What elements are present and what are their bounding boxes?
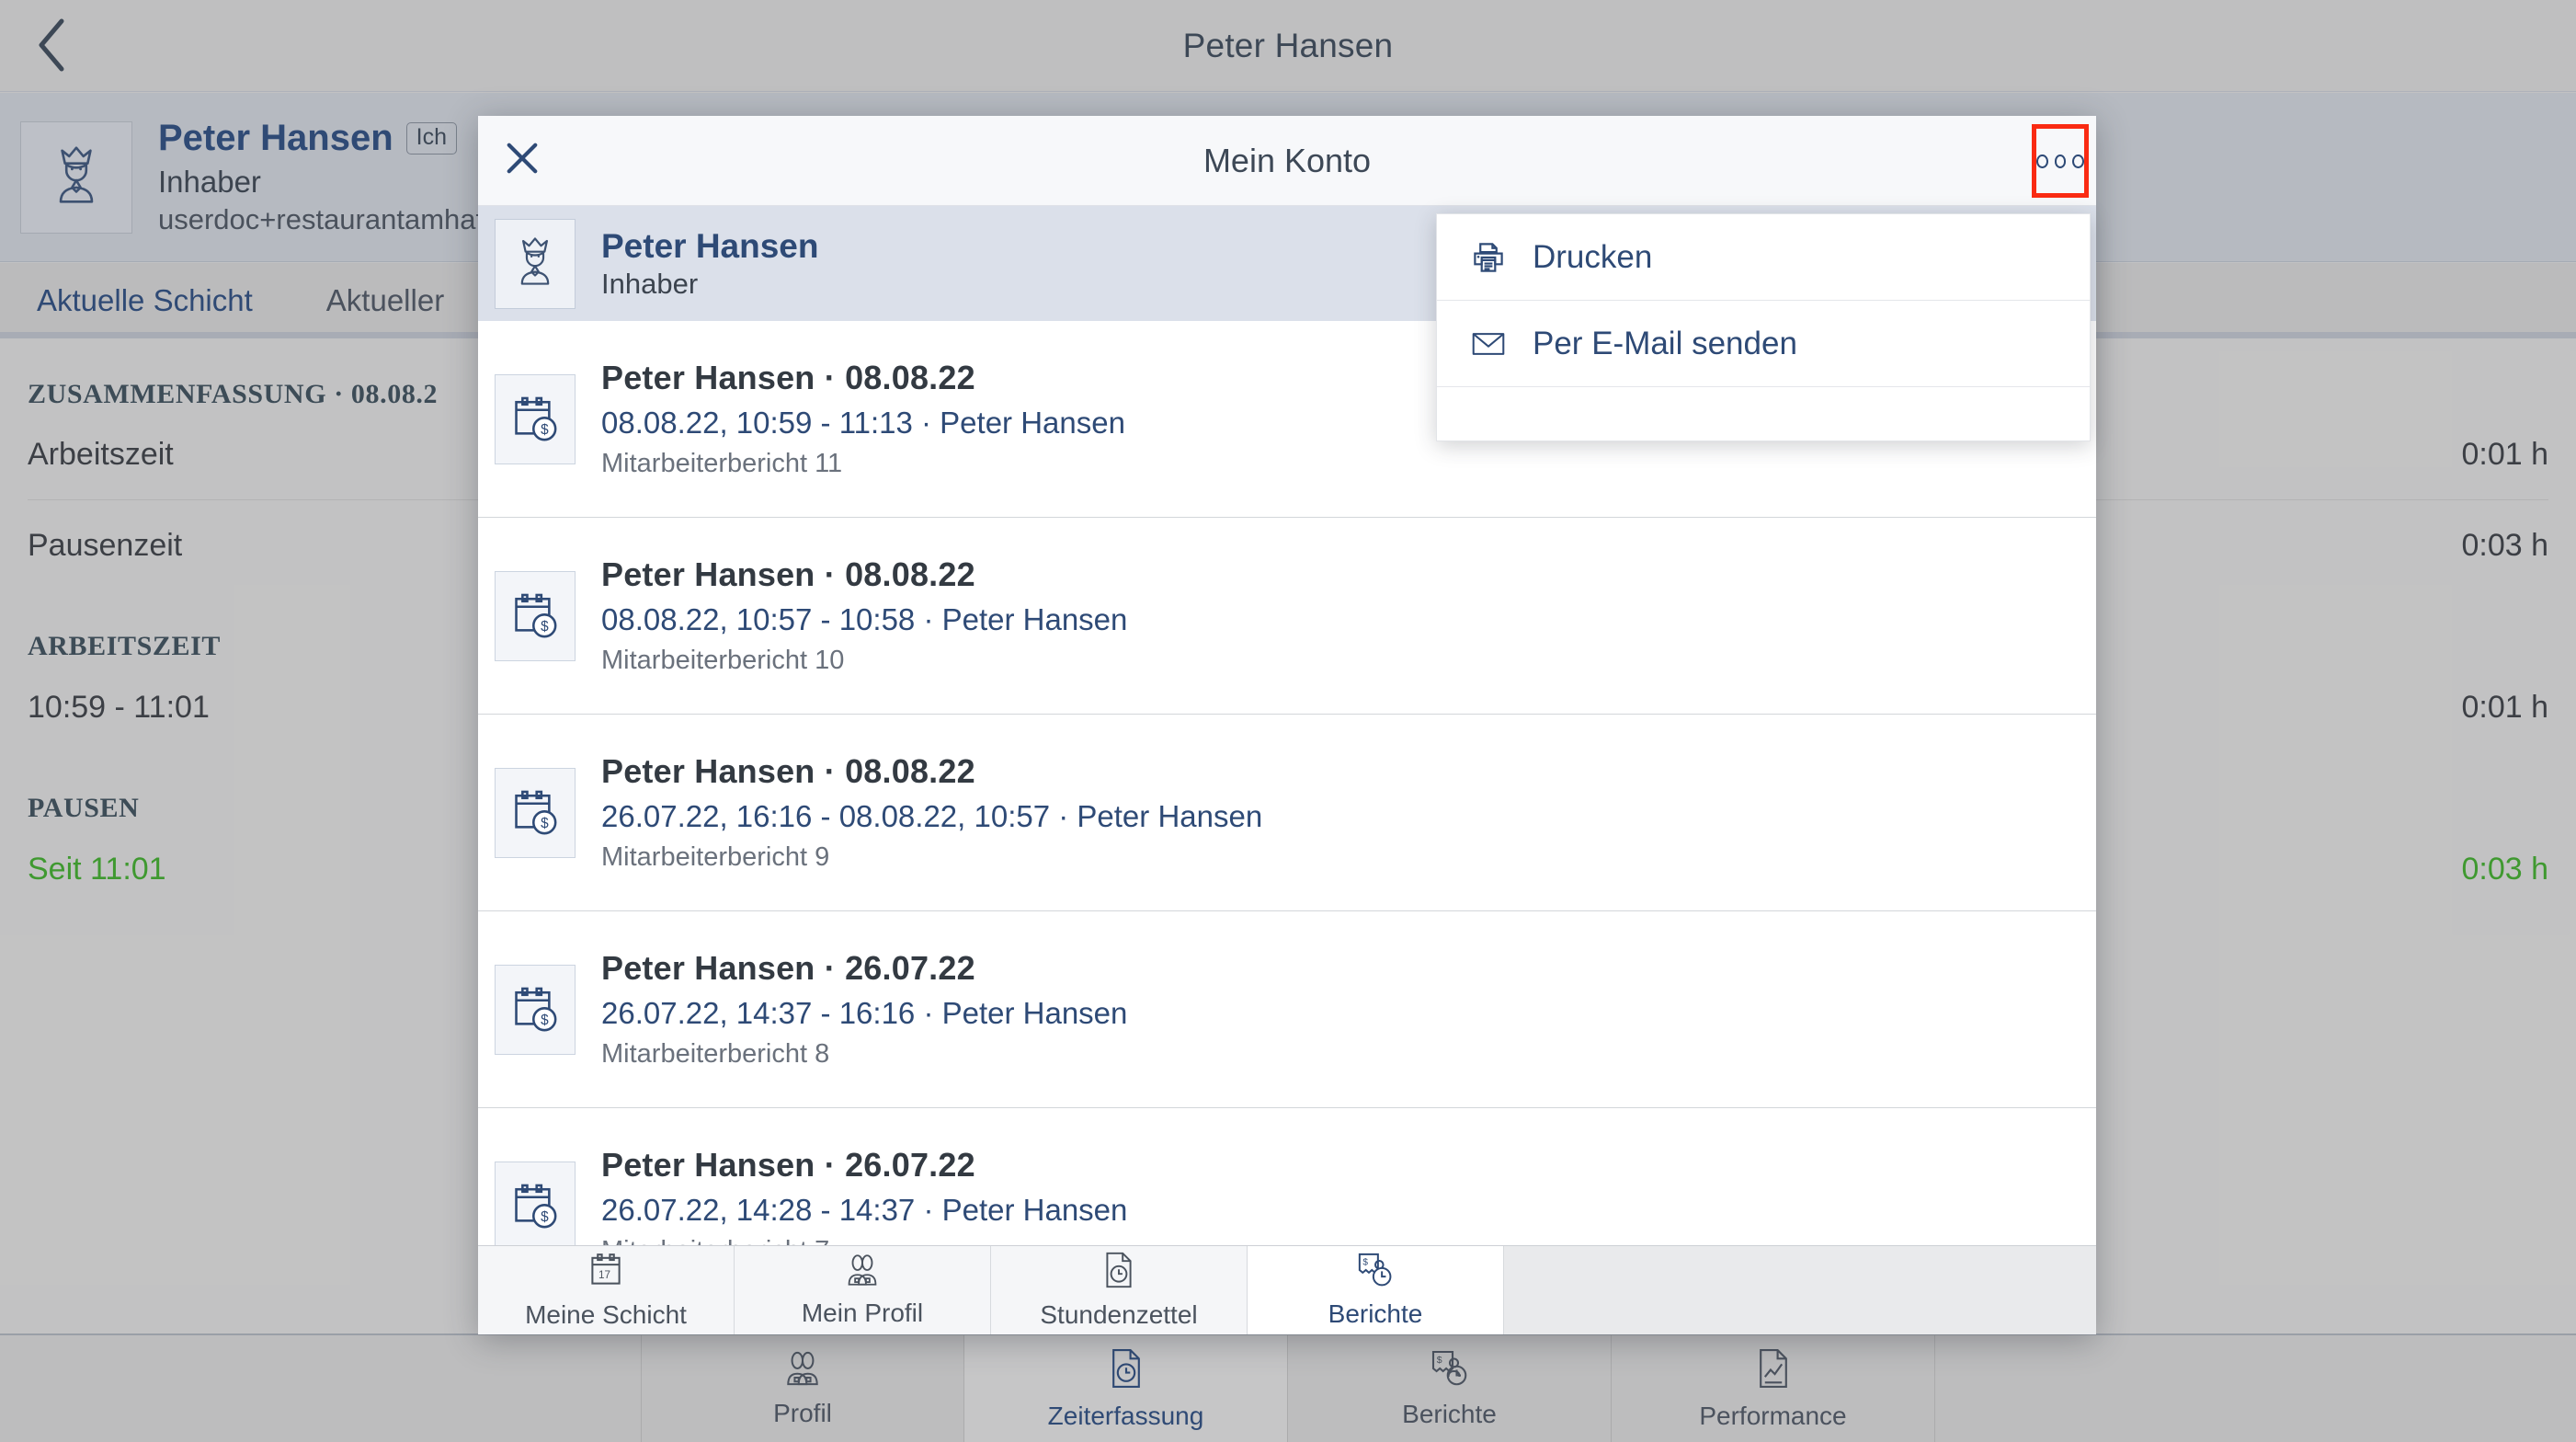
list-item-subtitle: 08.08.22, 10:57 - 10:58 · Peter Hansen <box>601 602 1128 636</box>
more-options-icon-dot3 <box>2072 154 2085 168</box>
list-item-title: Peter Hansen · 08.08.22 <box>601 752 975 790</box>
avatar <box>495 218 576 309</box>
crown-user-icon <box>507 233 564 294</box>
menu-item-drucken[interactable]: Drucken <box>1437 214 2090 301</box>
document-clock-icon <box>1101 1251 1136 1296</box>
list-item-text: Peter Hansen · 08.08.22 26.07.22, 16:16 … <box>601 752 1262 873</box>
profile-role: Inhaber <box>601 267 699 300</box>
calendar-money-icon: $ <box>495 570 576 661</box>
list-item-title: Peter Hansen · 26.07.22 <box>601 1146 975 1184</box>
svg-text:$: $ <box>541 816 549 831</box>
list-item[interactable]: $ Peter Hansen · 08.08.22 26.07.22, 16:1… <box>478 715 2096 911</box>
svg-text:$: $ <box>541 1013 549 1028</box>
list-item[interactable]: $ Peter Hansen · 08.08.22 08.08.22, 10:5… <box>478 518 2096 715</box>
svg-text:$: $ <box>541 1209 549 1225</box>
svg-text:17: 17 <box>598 1269 610 1281</box>
list-item-subtitle: 26.07.22, 14:37 - 16:16 · Peter Hansen <box>601 996 1128 1030</box>
list-item-text: Peter Hansen · 26.07.22 26.07.22, 14:37 … <box>601 949 1127 1070</box>
menu-item-label: Drucken <box>1533 238 1653 275</box>
list-item-meta: Mitarbeiterbericht 9 <box>601 842 830 872</box>
list-item-meta: Mitarbeiterbericht 8 <box>601 1039 830 1069</box>
svg-text:$: $ <box>541 422 549 438</box>
menu-item-label: Per E-Mail senden <box>1533 325 1797 361</box>
modal-header: Mein Konto <box>478 116 2096 206</box>
more-options-icon <box>2036 154 2048 168</box>
list-item-title: Peter Hansen · 08.08.22 <box>601 359 975 396</box>
envelope-icon <box>1470 330 1507 358</box>
modal-tab-bar: 17 Meine Schicht Mein Profil Stundenzett… <box>478 1245 2096 1334</box>
people-icon <box>843 1253 882 1294</box>
svg-text:$: $ <box>541 619 549 635</box>
report-list: $ Peter Hansen · 08.08.22 08.08.22, 10:5… <box>478 321 2096 1305</box>
calendar-money-icon: $ <box>495 1161 576 1252</box>
profile-name: Peter Hansen <box>601 226 819 265</box>
list-item-meta: Mitarbeiterbericht 10 <box>601 646 845 675</box>
more-options-icon-dot2 <box>2054 154 2067 168</box>
modal-profile-text: Peter Hansen Inhaber <box>601 227 819 301</box>
tab-berichte[interactable]: $ Berichte <box>1248 1246 1504 1334</box>
calendar-17-icon: 17 <box>588 1251 623 1296</box>
more-options-dropdown: Drucken Per E-Mail senden <box>1436 213 2091 441</box>
calendar-money-icon: $ <box>495 964 576 1055</box>
tab-stundenzettel[interactable]: Stundenzettel <box>991 1246 1248 1334</box>
modal-title: Mein Konto <box>1203 142 1372 179</box>
list-item-subtitle: 08.08.22, 10:59 - 11:13 · Peter Hansen <box>601 406 1125 440</box>
calendar-money-icon: $ <box>495 373 576 464</box>
list-item[interactable]: $ Peter Hansen · 26.07.22 26.07.22, 14:3… <box>478 911 2096 1108</box>
tab-label: Meine Schicht <box>525 1300 687 1329</box>
list-item-title: Peter Hansen · 26.07.22 <box>601 949 975 987</box>
tab-label: Mein Profil <box>801 1299 924 1327</box>
calendar-money-icon: $ <box>495 767 576 858</box>
tab-label: Berichte <box>1328 1299 1423 1328</box>
tab-meine-schicht[interactable]: 17 Meine Schicht <box>478 1246 735 1334</box>
more-options-button[interactable] <box>2032 124 2089 198</box>
receipt-clock-icon: $ <box>1355 1252 1396 1295</box>
list-item-subtitle: 26.07.22, 14:28 - 14:37 · Peter Hansen <box>601 1193 1128 1227</box>
list-item-title: Peter Hansen · 08.08.22 <box>601 555 975 593</box>
menu-item-per-email-senden[interactable]: Per E-Mail senden <box>1437 301 2090 387</box>
list-item-text: Peter Hansen · 08.08.22 08.08.22, 10:57 … <box>601 555 1127 676</box>
svg-text:$: $ <box>1362 1257 1368 1267</box>
printer-icon <box>1470 240 1507 275</box>
tab-mein-profil[interactable]: Mein Profil <box>735 1246 991 1334</box>
list-item-text: Peter Hansen · 08.08.22 08.08.22, 10:59 … <box>601 359 1125 479</box>
list-item-meta: Mitarbeiterbericht 11 <box>601 449 843 478</box>
tab-label: Stundenzettel <box>1040 1300 1198 1329</box>
list-item-subtitle: 26.07.22, 16:16 - 08.08.22, 10:57 · Pete… <box>601 799 1263 833</box>
